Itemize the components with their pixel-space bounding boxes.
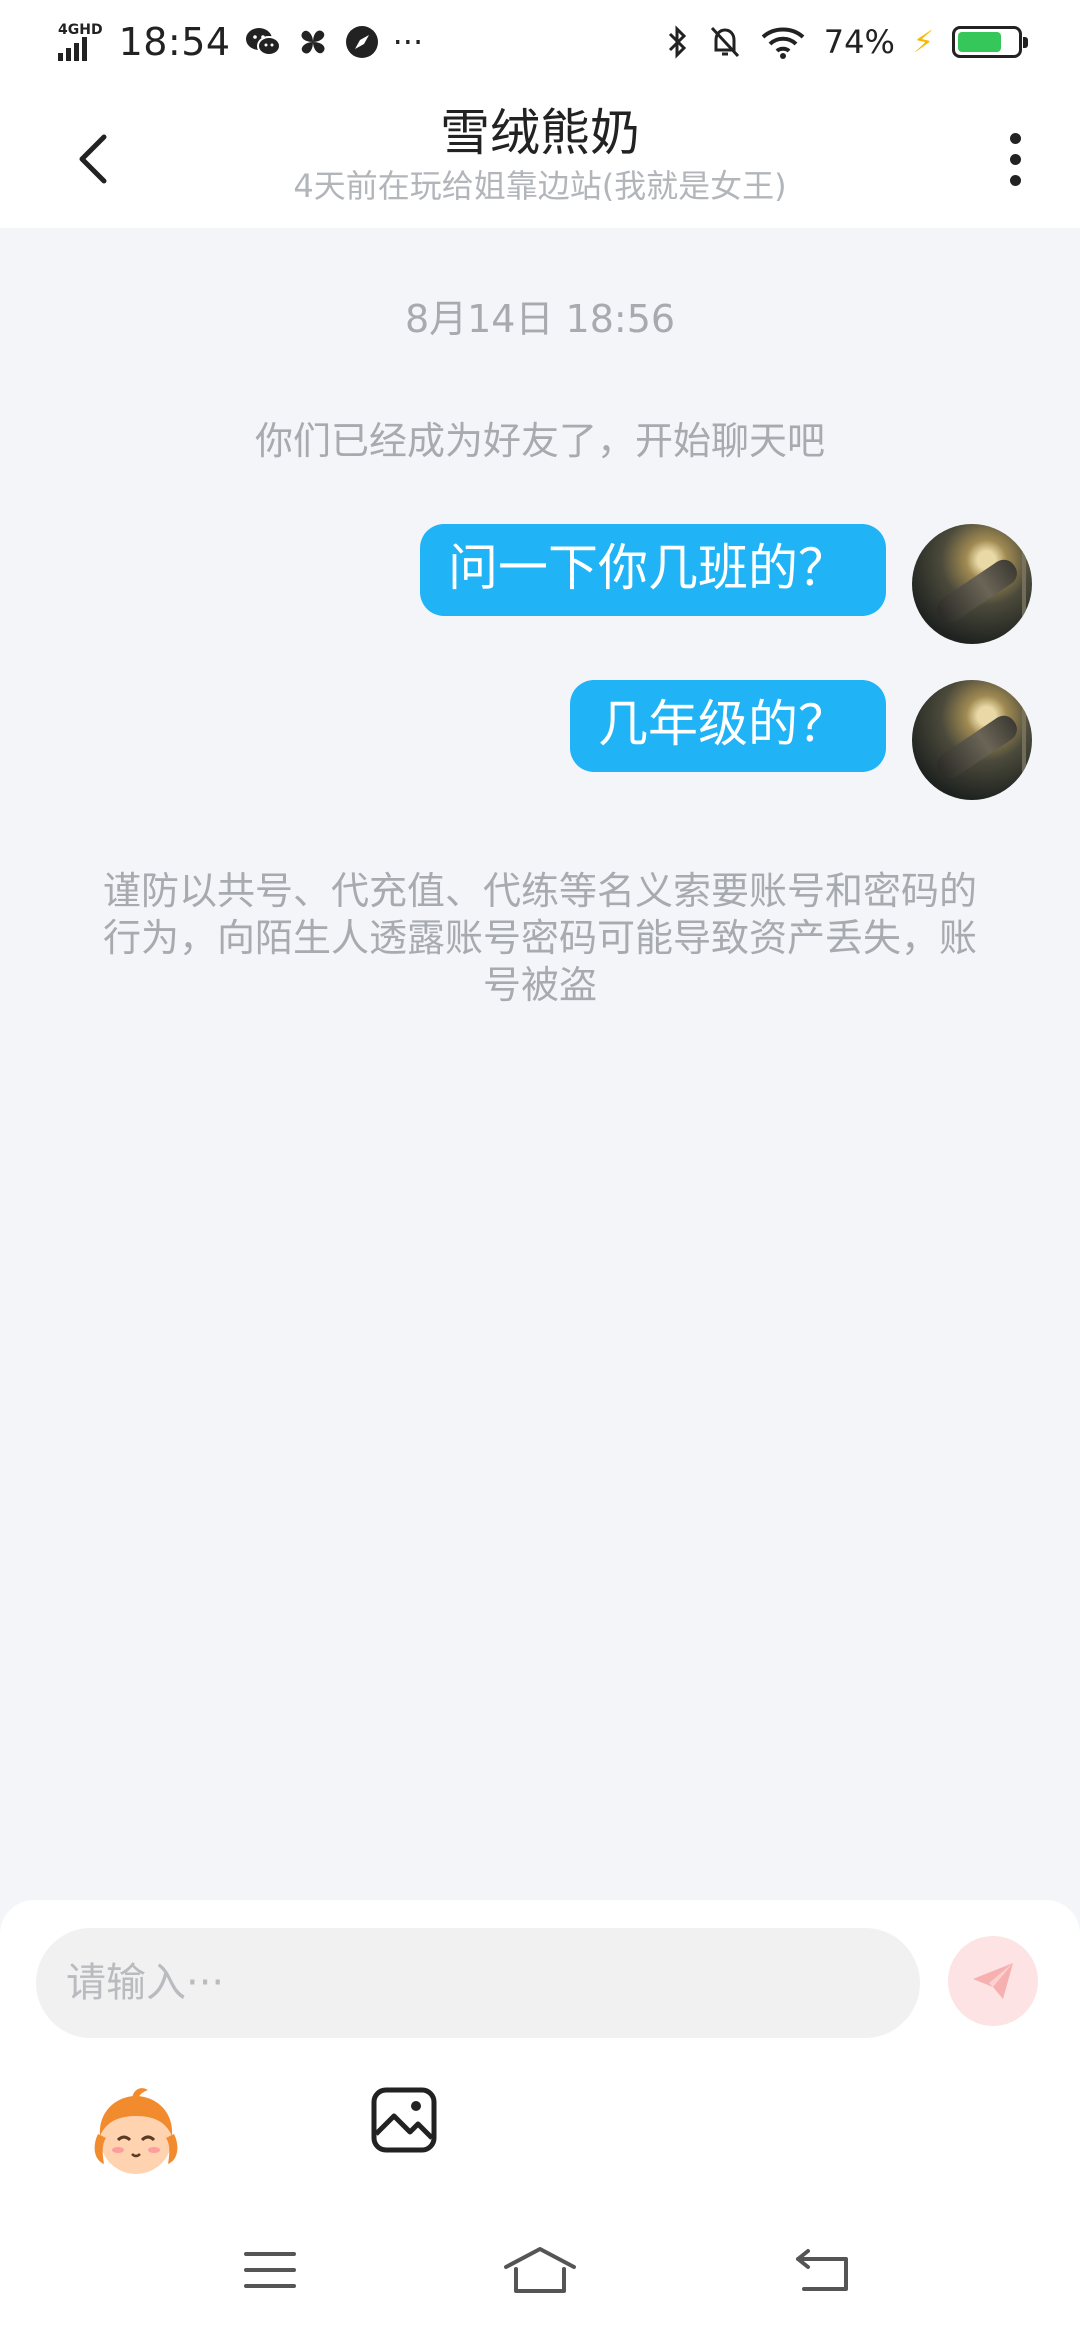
home-button[interactable] [500, 2240, 580, 2300]
status-time: 18:54 [118, 20, 231, 64]
battery-percent: 74% [823, 23, 895, 61]
message-row: 几年级的？ [570, 680, 1032, 800]
back-nav-button[interactable] [784, 2240, 864, 2300]
contact-name: 雪绒熊奶 [440, 104, 640, 162]
dot-icon [1009, 174, 1021, 186]
contact-status: 4天前在玩给姐靠边站(我就是女王) [293, 167, 787, 205]
chat-header: 雪绒熊奶 4天前在玩给姐靠边站(我就是女王) [0, 84, 1080, 228]
message-bubble[interactable]: 几年级的？ [570, 680, 886, 772]
send-button[interactable] [948, 1936, 1038, 2026]
compass-icon [345, 26, 378, 58]
bluetooth-icon [668, 25, 686, 59]
chevron-left-icon [79, 134, 107, 184]
message-row: 问一下你几班的？ [420, 524, 1032, 644]
menu-icon [244, 2252, 296, 2288]
security-warning: 谨防以共号、代充值、代练等名义索要账号和密码的行为，向陌生人透露账号密码可能导致… [102, 869, 977, 1007]
more-dots-icon: ··· [392, 23, 424, 61]
home-icon [504, 2247, 576, 2293]
chat-screen: 4GHD 18:54 ··· 74% ⚡ 雪绒熊奶 4天前在玩给姐靠边站(我就是… [0, 0, 1080, 2340]
return-icon [796, 2249, 848, 2291]
more-options-button[interactable] [990, 124, 1040, 194]
message-timestamp: 8月14日 18:56 [404, 297, 676, 341]
system-nav-bar [0, 2220, 1080, 2340]
charging-icon: ⚡ [912, 24, 934, 60]
send-icon [973, 1963, 1013, 1999]
signal-icon [58, 37, 87, 61]
image-icon[interactable] [370, 2086, 438, 2154]
battery-fill [958, 32, 1001, 52]
network-type: 4GHD [58, 22, 103, 38]
message-bubble[interactable]: 问一下你几班的？ [420, 524, 886, 616]
pinwheel-icon [301, 30, 325, 54]
menu-button[interactable] [230, 2240, 310, 2300]
wifi-icon [761, 27, 805, 59]
battery-icon [952, 26, 1028, 58]
message-input-container [36, 1928, 920, 2038]
wechat-icon [245, 28, 281, 56]
avatar[interactable] [912, 524, 1032, 644]
dot-icon [1009, 132, 1021, 144]
dot-icon [1009, 153, 1021, 165]
sticker-icon[interactable] [88, 2086, 184, 2182]
message-input[interactable] [66, 1960, 920, 2006]
back-button[interactable] [62, 124, 122, 194]
mute-bell-icon [710, 26, 739, 58]
avatar[interactable] [912, 680, 1032, 800]
message-list[interactable]: 8月14日 18:56 你们已经成为好友了，开始聊天吧 问一下你几班的？ 几年级… [0, 228, 1080, 1900]
status-bar: 4GHD 18:54 ··· 74% ⚡ [0, 0, 1080, 84]
system-message: 你们已经成为好友了，开始聊天吧 [254, 419, 825, 463]
